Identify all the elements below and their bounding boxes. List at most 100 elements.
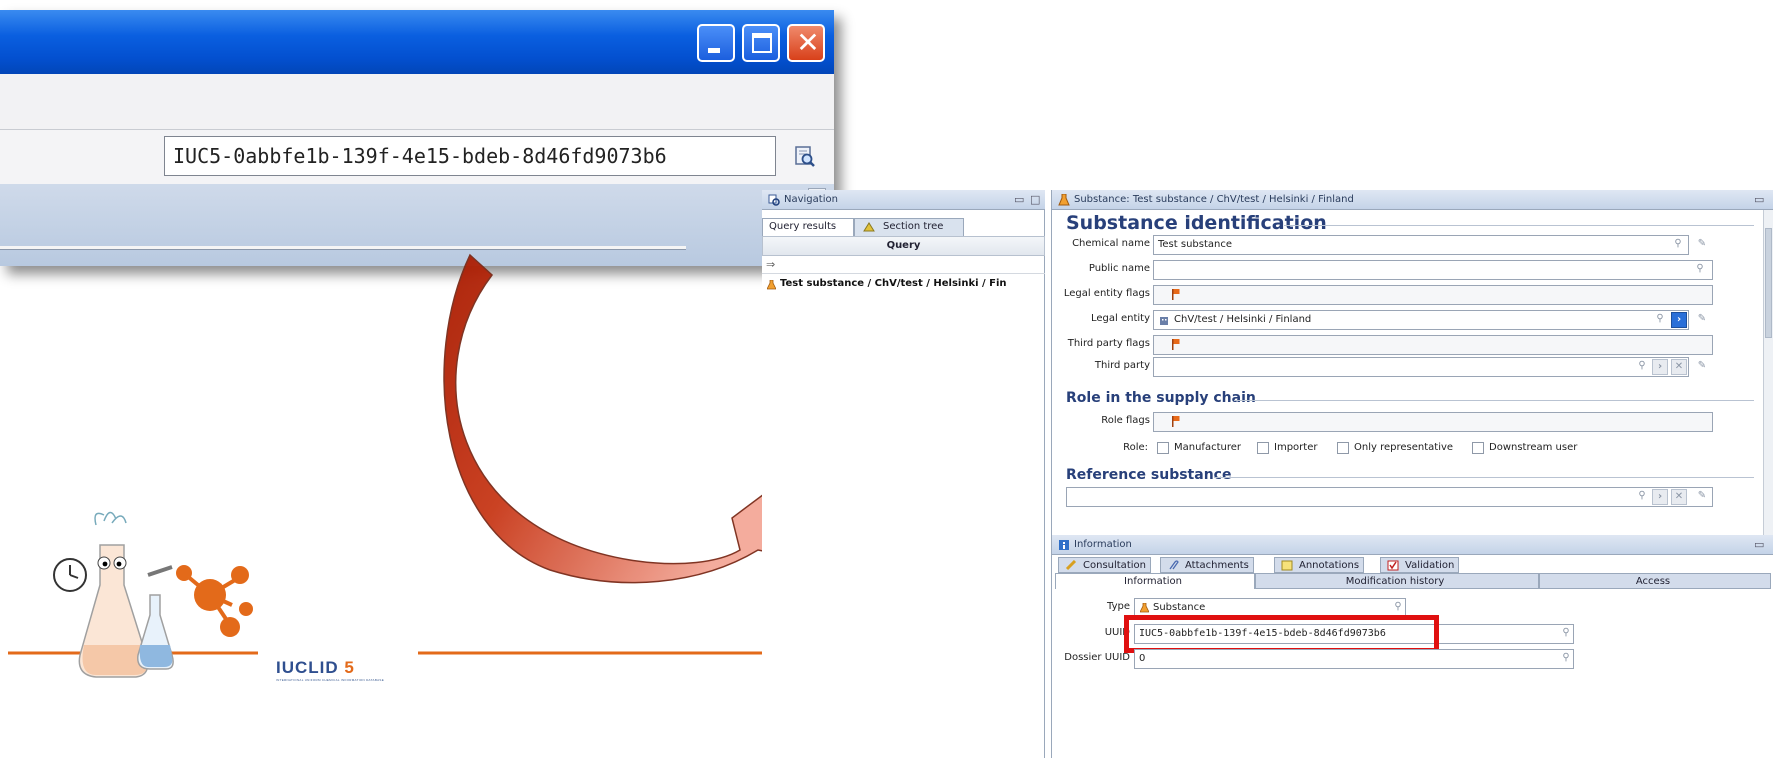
public-name-field[interactable] bbox=[1153, 260, 1713, 280]
third-party-field[interactable] bbox=[1153, 357, 1689, 377]
edit-icon[interactable]: ✎ bbox=[1694, 312, 1710, 328]
tab-validation[interactable]: Validation bbox=[1380, 557, 1460, 573]
tab-section-tree-label: Section tree bbox=[883, 221, 944, 232]
type-value: Substance bbox=[1153, 602, 1206, 613]
building-icon bbox=[1160, 317, 1168, 325]
search-icon[interactable]: ⚲ bbox=[1634, 489, 1650, 505]
iuclid-application: Navigation ▭ □ Query results Section tre… bbox=[762, 190, 1773, 758]
edit-icon[interactable]: ✎ bbox=[1694, 489, 1710, 505]
substance-editor: Substance: Test substance / ChV/test / H… bbox=[1051, 190, 1773, 535]
dossier-uuid-label: Dossier UUID bbox=[1064, 652, 1130, 663]
query-column-header[interactable]: Query bbox=[762, 236, 1045, 256]
importer-checkbox[interactable] bbox=[1257, 442, 1269, 454]
tab-attachments-label: Attachments bbox=[1185, 560, 1249, 571]
logo-tagline: INTERNATIONAL UNIFORM CHEMICAL INFORMATI… bbox=[276, 678, 385, 682]
editor-scrollbar[interactable] bbox=[1763, 210, 1773, 535]
manufacturer-checkbox[interactable] bbox=[1157, 442, 1169, 454]
legal-entity-label: Legal entity bbox=[1090, 313, 1150, 324]
uuid-search-input[interactable]: IUC5-0abbfe1b-139f-4e15-bdeb-8d46fd9073b… bbox=[164, 136, 776, 176]
query-result-item[interactable]: Test substance / ChV/test / Helsinki / F… bbox=[764, 278, 1045, 294]
query-result-text: Test substance / ChV/test / Helsinki / F… bbox=[780, 278, 1007, 289]
edit-icon[interactable]: ✎ bbox=[1694, 237, 1710, 253]
role-label: Role: bbox=[1123, 442, 1148, 453]
logo-brand: IUCLID bbox=[276, 658, 339, 677]
minimize-pane-icon[interactable]: ▭ bbox=[1754, 193, 1764, 206]
zoomed-window: ✕ IUC5-0abbfe1b-139f-4e15-bdeb-8d46fd907… bbox=[0, 10, 834, 266]
legal-entity-value: ChV/test / Helsinki / Finland bbox=[1174, 314, 1312, 325]
minimize-pane-icon[interactable]: ▭ bbox=[1014, 193, 1024, 206]
legal-entity-field[interactable]: ChV/test / Helsinki / Finland bbox=[1153, 310, 1689, 330]
search-icon[interactable]: ⚲ bbox=[1390, 600, 1406, 616]
dossier-uuid-field[interactable]: 0 bbox=[1134, 649, 1574, 669]
importer-label: Importer bbox=[1274, 442, 1318, 453]
tab-annotations[interactable]: Annotations bbox=[1274, 557, 1365, 573]
tab-attachments[interactable]: Attachments bbox=[1160, 557, 1254, 573]
tab-information-label: Information bbox=[1124, 576, 1182, 587]
minimize-pane-icon[interactable]: ▭ bbox=[1754, 538, 1764, 551]
only-representative-checkbox[interactable] bbox=[1337, 442, 1349, 454]
third-party-flags-field[interactable] bbox=[1153, 335, 1713, 355]
substance-title: Substance: Test substance / ChV/test / H… bbox=[1074, 194, 1354, 205]
logo-version: 5 bbox=[344, 658, 355, 677]
chemical-name-field[interactable]: Test substance bbox=[1153, 235, 1689, 255]
substance-flask-icon bbox=[1058, 194, 1070, 206]
downstream-user-label: Downstream user bbox=[1489, 442, 1578, 453]
substance-identification-heading: Substance identification bbox=[1066, 212, 1327, 234]
search-icon[interactable]: ⚲ bbox=[1692, 262, 1708, 278]
tab-information[interactable]: Information bbox=[1055, 573, 1255, 589]
search-icon[interactable]: ⚲ bbox=[1634, 359, 1650, 375]
tab-modification-history-label: Modification history bbox=[1345, 576, 1445, 587]
search-icon[interactable]: ⚲ bbox=[1652, 312, 1668, 328]
search-icon[interactable]: ⚲ bbox=[1558, 651, 1574, 667]
third-party-label: Third party bbox=[1094, 360, 1150, 371]
go-to-reference-button[interactable]: › bbox=[1652, 489, 1668, 505]
uuid-search-button[interactable] bbox=[793, 144, 817, 168]
chemical-name-label: Chemical name bbox=[1072, 238, 1150, 249]
navigation-pane: Navigation ▭ □ Query results Section tre… bbox=[762, 190, 1045, 758]
information-pane: Information ▭ Consultation Attachments A… bbox=[1051, 535, 1773, 758]
downstream-user-checkbox[interactable] bbox=[1472, 442, 1484, 454]
tab-annotations-label: Annotations bbox=[1299, 560, 1360, 571]
public-name-label: Public name bbox=[1088, 263, 1150, 274]
search-icon[interactable]: ⚲ bbox=[1558, 626, 1574, 642]
close-button[interactable]: ✕ bbox=[787, 24, 825, 62]
uuid-label: UUID bbox=[1104, 627, 1130, 638]
tab-section-tree[interactable]: Section tree bbox=[854, 218, 964, 236]
role-flags-field[interactable] bbox=[1153, 412, 1713, 432]
validation-icon bbox=[1387, 560, 1399, 571]
section-divider bbox=[1234, 400, 1754, 401]
tab-query-results[interactable]: Query results bbox=[762, 218, 854, 236]
search-document-icon bbox=[795, 146, 815, 167]
query-filter-row[interactable]: ⇒ bbox=[762, 256, 1045, 274]
flag-icon bbox=[1172, 416, 1180, 427]
delete-icon[interactable]: ✕ bbox=[1671, 489, 1687, 505]
tab-modification-history[interactable]: Modification history bbox=[1255, 573, 1539, 589]
delete-icon[interactable]: ✕ bbox=[1671, 359, 1687, 375]
maximize-button[interactable] bbox=[742, 24, 780, 62]
annotation-icon bbox=[1281, 560, 1293, 571]
consultation-icon bbox=[1065, 560, 1077, 571]
minimize-icon bbox=[708, 48, 720, 53]
edit-icon[interactable]: ✎ bbox=[1694, 359, 1710, 375]
tab-access-label: Access bbox=[1635, 576, 1671, 587]
minimize-button[interactable] bbox=[697, 24, 735, 62]
section-divider bbox=[1284, 225, 1754, 226]
maximize-icon bbox=[752, 33, 772, 53]
type-label: Type bbox=[1107, 601, 1130, 612]
supply-chain-heading: Role in the supply chain bbox=[1066, 390, 1256, 406]
navigation-icon bbox=[768, 194, 780, 206]
flag-icon bbox=[1172, 289, 1180, 300]
scrollbar-thumb[interactable] bbox=[1765, 228, 1772, 338]
navigation-title: Navigation bbox=[784, 194, 838, 205]
reference-substance-field[interactable] bbox=[1066, 487, 1713, 507]
go-to-third-party-button[interactable]: › bbox=[1652, 359, 1668, 375]
paperclip-icon bbox=[1169, 560, 1179, 570]
tab-access[interactable]: Access bbox=[1539, 573, 1771, 589]
tab-consultation[interactable]: Consultation bbox=[1058, 557, 1151, 573]
maximize-pane-icon[interactable]: □ bbox=[1030, 193, 1040, 206]
search-icon[interactable]: ⚲ bbox=[1670, 237, 1686, 253]
go-to-legal-entity-button[interactable]: › bbox=[1671, 312, 1687, 328]
uuid-highlight-box bbox=[1124, 615, 1439, 653]
only-representative-label: Only representative bbox=[1354, 442, 1454, 453]
legal-entity-flags-field[interactable] bbox=[1153, 285, 1713, 305]
